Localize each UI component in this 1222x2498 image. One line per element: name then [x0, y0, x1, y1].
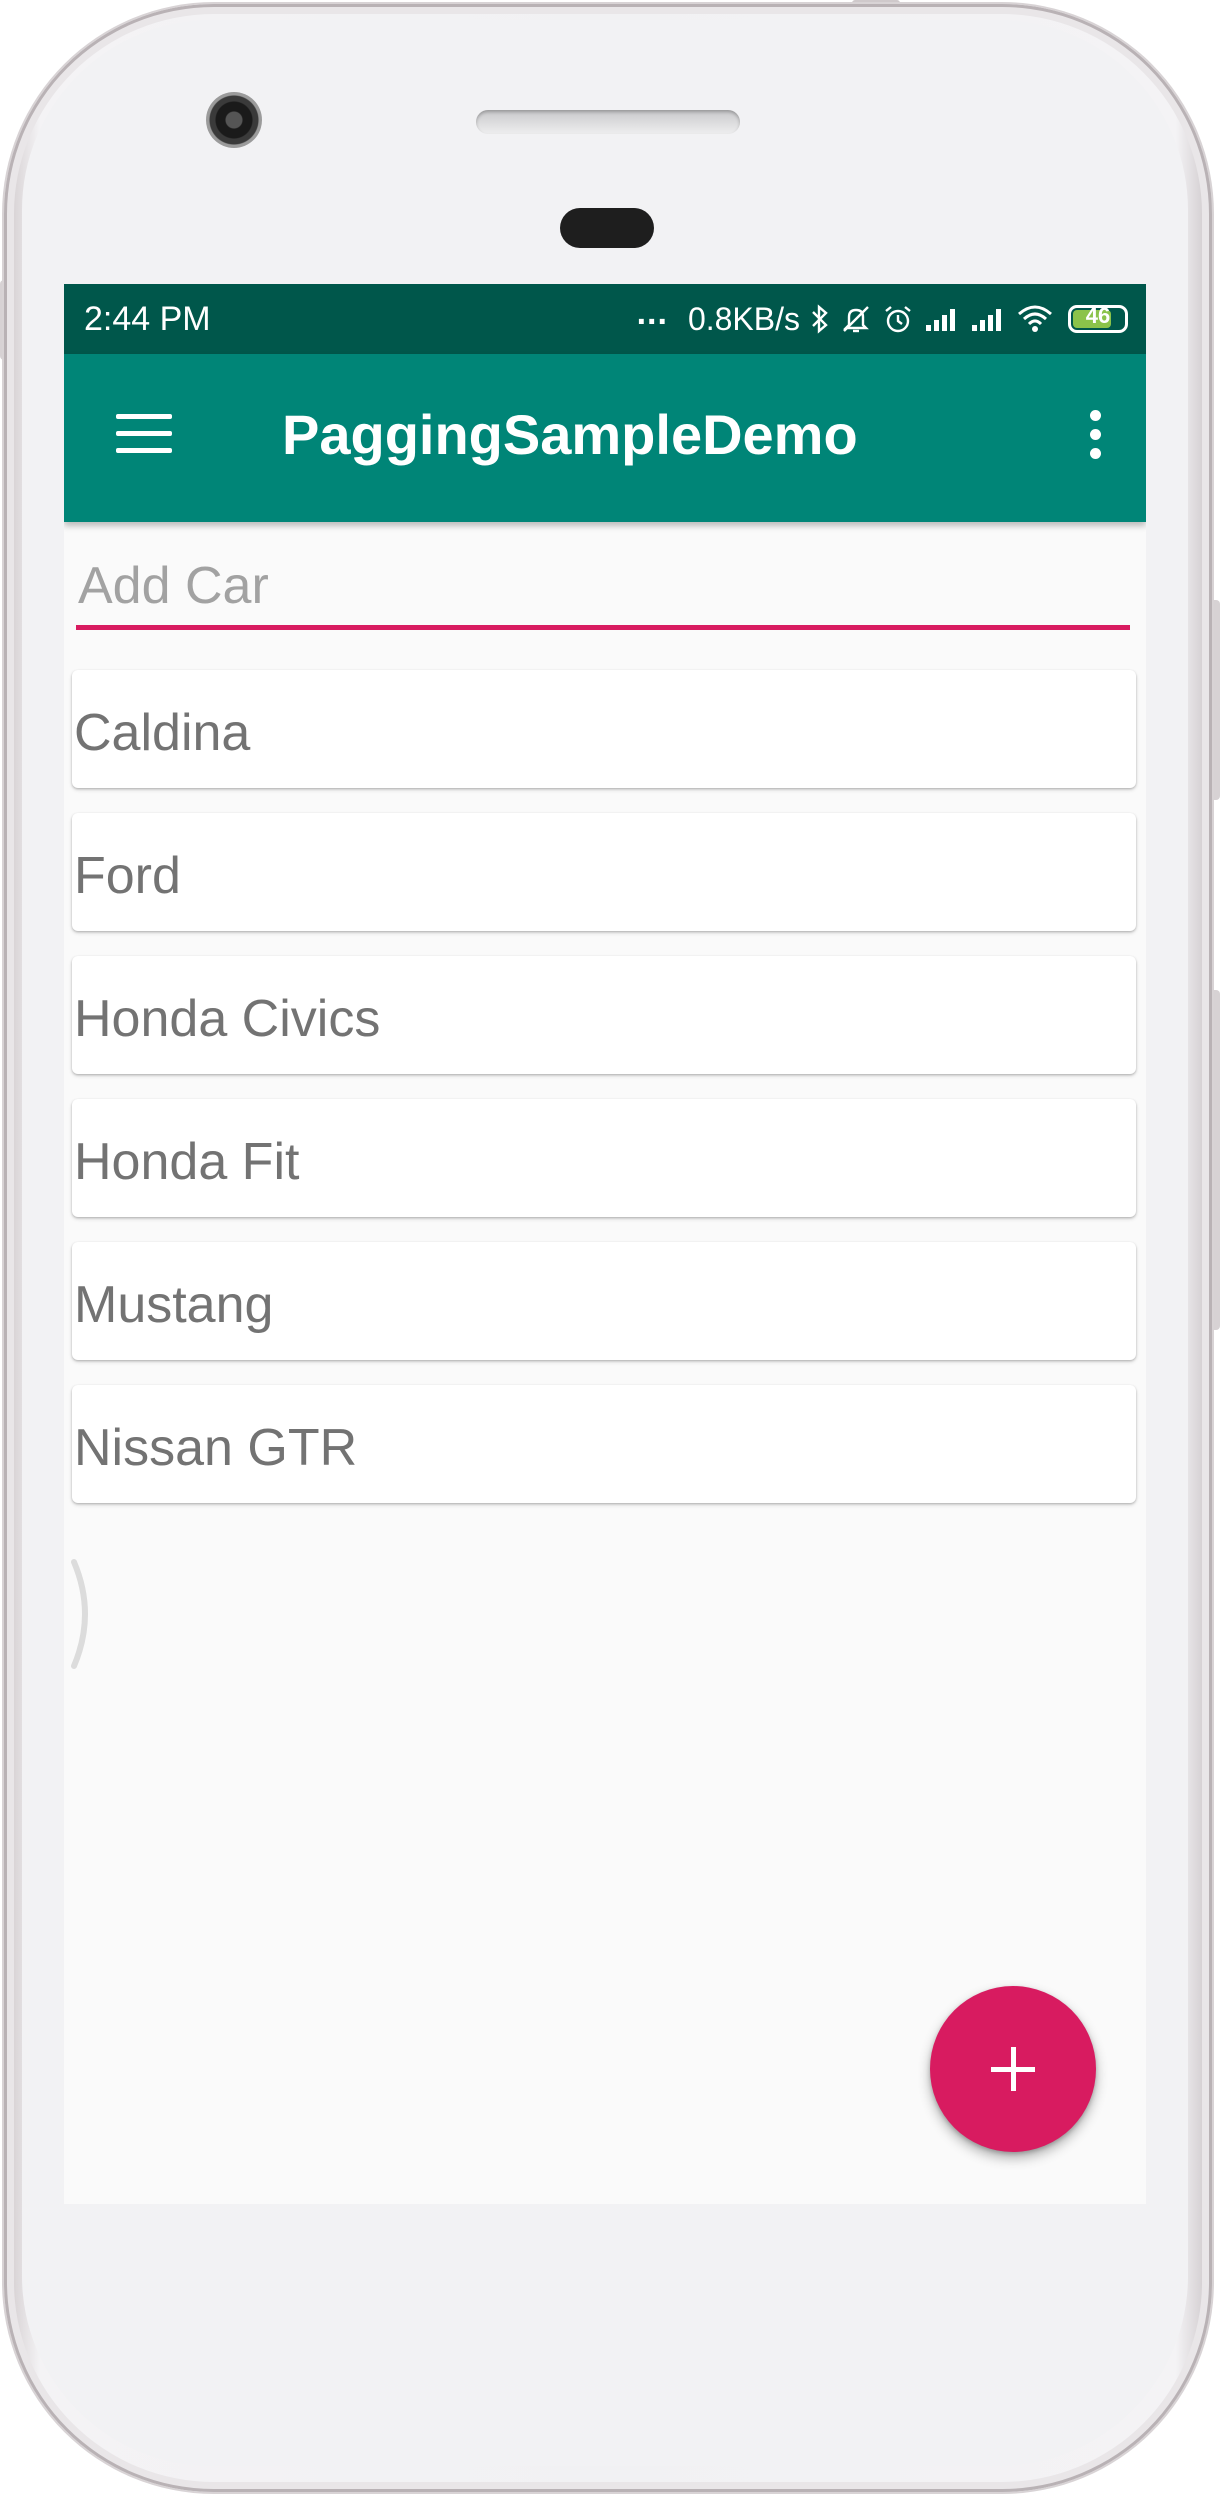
phone-mockup: 2:44 PM ... 0.8KB/s 46 PaggingSampleDemo… [0, 0, 1222, 2498]
more-vert-icon[interactable] [1090, 410, 1102, 460]
app-title: PaggingSampleDemo [282, 403, 858, 466]
add-icon [930, 1986, 1096, 2152]
proximity-sensor [560, 208, 654, 248]
list-item[interactable]: Caldina [72, 670, 1136, 788]
list-item[interactable]: Nissan GTR [72, 1385, 1136, 1503]
car-name: Caldina [74, 704, 251, 762]
mute-icon [840, 303, 872, 335]
list-item[interactable]: Honda Civics [72, 956, 1136, 1074]
hamburger-menu-icon[interactable] [116, 414, 172, 454]
list-item[interactable]: Honda Fit [72, 1099, 1136, 1217]
car-list: Caldina Ford Honda Civics Honda Fit Must… [72, 670, 1138, 1528]
network-speed: 0.8KB/s [687, 301, 800, 337]
earpiece-speaker [476, 110, 740, 134]
signal-icon [924, 305, 960, 333]
add-car-input[interactable] [76, 550, 1132, 622]
car-name: Mustang [74, 1276, 274, 1334]
bluetooth-icon [810, 303, 830, 335]
front-camera [206, 92, 262, 148]
list-item[interactable]: Mustang [72, 1242, 1136, 1360]
car-name: Nissan GTR [74, 1419, 358, 1477]
app-bar: PaggingSampleDemo [64, 354, 1146, 522]
status-bar: 2:44 PM ... 0.8KB/s 46 [64, 284, 1146, 354]
wifi-icon [1016, 304, 1054, 334]
add-car-field [76, 550, 1132, 630]
signal-icon-2 [970, 305, 1006, 333]
battery-level: 46 [1085, 303, 1111, 328]
list-item[interactable]: Ford [72, 813, 1136, 931]
status-icons: ... 0.8KB/s 46 [637, 294, 1128, 344]
car-name: Ford [74, 847, 181, 905]
add-car-fab[interactable] [930, 1986, 1096, 2152]
car-name: Honda Civics [74, 990, 381, 1048]
battery-icon: 46 [1068, 303, 1128, 333]
car-name: Honda Fit [74, 1133, 300, 1191]
status-time: 2:44 PM [84, 300, 211, 338]
more-notifications-indicator: ... [636, 294, 668, 332]
app-screen: 2:44 PM ... 0.8KB/s 46 PaggingSampleDemo… [64, 284, 1146, 2204]
alarm-icon [882, 303, 914, 335]
loading-spinner [70, 1556, 100, 1677]
